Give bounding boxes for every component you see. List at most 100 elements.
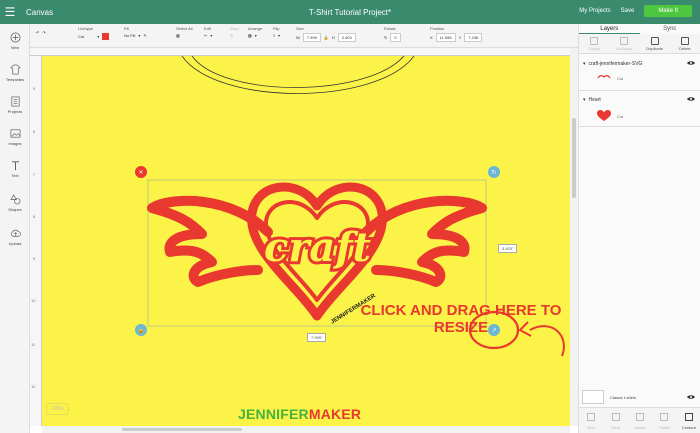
scissors-icon: ✂ (204, 33, 208, 38)
sidebar-item-text[interactable]: Text (0, 160, 30, 178)
slice-button[interactable]: Slice (579, 408, 603, 433)
plus-circle-icon (10, 32, 20, 43)
linetype-control[interactable]: Linetype Cut ▾ (78, 26, 110, 40)
tool-label: Weld (611, 425, 621, 430)
make-it-button[interactable]: Make It (644, 5, 692, 17)
flip-label: Flip (273, 26, 280, 31)
tab-layers[interactable]: Layers (579, 24, 640, 34)
sidebar-item-templates[interactable]: Templates (0, 64, 30, 82)
flatten-button[interactable]: Flatten (652, 408, 676, 433)
sidebar-item-label: Shapes (8, 207, 22, 212)
hamburger-menu-icon[interactable]: ☰ (0, 5, 20, 19)
ruler-number: 5 (33, 86, 36, 91)
linetype-value: Cut (78, 34, 85, 39)
pos-x-input[interactable]: 11.596 (435, 33, 456, 42)
jennifermaker-logo: JENNIFERMAKER (238, 406, 361, 422)
shapes-icon (9, 194, 20, 205)
layer-item-heart[interactable]: Cut (597, 110, 623, 122)
size-h-input[interactable]: 3.403 (337, 33, 356, 42)
rotate-control: Rotate ↻ 0 (384, 26, 401, 42)
size-w-input[interactable]: 7.999 (302, 33, 321, 42)
attach-button[interactable]: Attach (628, 408, 652, 433)
weld-button[interactable]: Weld (603, 408, 627, 433)
tshirt-icon (9, 64, 21, 75)
pencil-icon[interactable]: ✎ (143, 33, 146, 38)
tshirt-thumbnail-icon (582, 390, 604, 404)
edit-control[interactable]: Edit ✂ ▾ (204, 26, 212, 38)
tool-label: Group (588, 46, 600, 51)
duplicate-icon (650, 37, 659, 45)
text-icon (11, 161, 19, 171)
arrange-control[interactable]: Arrange ▩ ▾ (248, 26, 262, 38)
sidebar-item-images[interactable]: Images (0, 128, 30, 146)
tool-label: Attach (634, 425, 646, 430)
eye-icon[interactable] (687, 96, 695, 102)
tool-label: Slice (586, 425, 596, 430)
lock-icon[interactable]: 🔒 (324, 35, 329, 40)
contour-icon (684, 413, 693, 421)
pos-y-input[interactable]: 7.236 (464, 33, 483, 42)
layer-group-craft[interactable]: ▾ craft-jennifermaker-SVG (579, 58, 700, 70)
linetype-color-swatch[interactable] (102, 33, 110, 40)
fill-control[interactable]: Fill No Fill ▾ ✎ (124, 26, 147, 38)
layer-group-heart[interactable]: ▾ Heart (579, 94, 700, 106)
align-control[interactable]: Align ☰ (230, 26, 239, 38)
divider (579, 126, 700, 127)
ruler-left: 5 6 7 8 9 10 11 12 (30, 56, 42, 426)
flip-control[interactable]: Flip ◊ ▾ (273, 26, 280, 38)
sidebar-item-shapes[interactable]: Shapes (0, 194, 30, 212)
attach-icon (636, 413, 645, 421)
tool-label: Contour (681, 425, 696, 430)
slice-icon (587, 413, 596, 421)
eye-icon[interactable] (687, 394, 695, 400)
canvas-layer-row[interactable]: Classic t-shirts (579, 389, 700, 405)
sidebar-item-label: Text (11, 173, 19, 178)
ungroup-button[interactable]: UnGroup (609, 34, 639, 53)
tool-label: UnGroup (616, 46, 633, 51)
vertical-scrollbar[interactable] (570, 48, 578, 426)
scroll-thumb[interactable] (572, 118, 576, 198)
size-label: Size (296, 26, 304, 31)
heart-icon (597, 110, 611, 121)
scroll-thumb[interactable] (122, 428, 242, 431)
save-button[interactable]: Save (621, 8, 635, 14)
sidebar-item-upload[interactable]: Upload (0, 228, 30, 246)
select-all-control[interactable]: Select All ▦ (176, 26, 192, 38)
redo-icon[interactable]: ↷ (42, 30, 45, 35)
flatten-icon (660, 413, 669, 421)
app-window: ☰ Canvas T-Shirt Tutorial Project* My Pr… (0, 0, 700, 433)
group-button[interactable]: Group (579, 34, 609, 53)
rotate-input[interactable]: 0 (390, 33, 401, 42)
tool-label: Duplicate (646, 46, 663, 51)
sidebar-item-new[interactable]: New (0, 32, 30, 50)
duplicate-button[interactable]: Duplicate (640, 34, 670, 53)
horizontal-scrollbar[interactable] (42, 426, 570, 433)
sidebar-item-projects[interactable]: Projects (0, 96, 30, 114)
select-all-label: Select All (176, 26, 193, 31)
chevron-down-icon[interactable]: ▾ (583, 61, 586, 67)
align-icon: ☰ (230, 33, 234, 38)
undo-redo: ↶ ↷ (36, 30, 46, 35)
arrange-label: Arrange (248, 26, 263, 31)
size-w-label: W (296, 35, 300, 40)
my-projects-link[interactable]: My Projects (579, 8, 610, 14)
eye-icon[interactable] (687, 60, 695, 66)
contour-button[interactable]: Contour (677, 408, 700, 433)
tab-sync[interactable]: Sync (640, 24, 700, 34)
chevron-down-icon[interactable]: ▾ (583, 97, 586, 103)
layer-name: Heart (588, 97, 601, 103)
images-icon (10, 129, 20, 138)
linetype-label: Linetype (78, 26, 94, 31)
sidebar-item-label: Images (8, 141, 22, 146)
ruler-number: 12 (31, 384, 36, 389)
fill-label: Fill (124, 26, 130, 31)
edit-toolbar: ↶ ↷ Linetype Cut ▾ Fill No Fill ▾ ✎ Select A… (30, 24, 580, 48)
layer-tools: Group UnGroup Duplicate Delete (579, 34, 700, 54)
design-canvas[interactable]: craft JENNIFERMAKER ✕ ↻ 🔒 ↗ 7.999" 3.403… (42, 56, 570, 426)
logo-part-1: JENNIFER (238, 406, 309, 422)
delete-button[interactable]: Delete (670, 34, 700, 53)
zoom-control[interactable]: 125% (46, 403, 69, 415)
group-icon (590, 37, 599, 45)
layer-item-craft[interactable]: Cut (597, 74, 623, 82)
undo-icon[interactable]: ↶ (36, 30, 39, 35)
